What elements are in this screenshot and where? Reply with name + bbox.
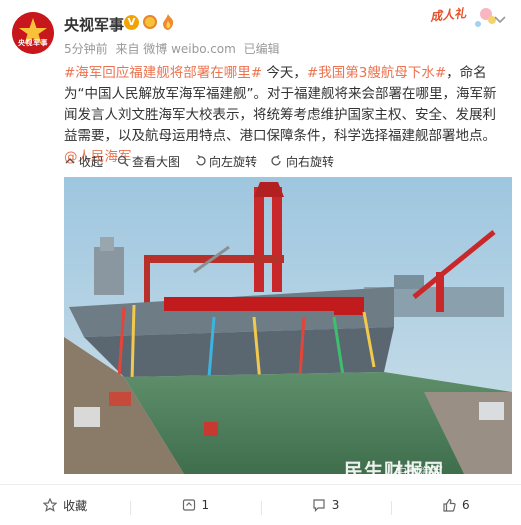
weibo-post-card: 成人礼 央视军事 央视军事 V 5分钟前 来自 微博 weibo.com 已编辑…: [0, 0, 521, 525]
post-footer: 收藏 1 3 6: [0, 484, 521, 525]
photo-watermark-large: 民生财报网: [344, 460, 445, 482]
star-icon: [43, 498, 58, 512]
verified-badge-icon: V: [124, 15, 139, 30]
topic-link-third-carrier[interactable]: #我国第3艘航母下水#: [307, 65, 446, 81]
rotate-right-icon: [271, 155, 281, 166]
collapse-icon: [65, 158, 75, 164]
repost-icon: [182, 499, 195, 511]
edited-label[interactable]: 已编辑: [244, 42, 280, 56]
favorite-label: 收藏: [63, 498, 88, 513]
comment-button[interactable]: 3: [260, 498, 391, 515]
image-actions: 收起 查看大图 向左旋转 向右旋转: [64, 152, 334, 170]
flame-badge-icon: [161, 14, 175, 30]
comment-count: 3: [331, 498, 340, 512]
avatar-label: 央视军事: [18, 39, 48, 47]
like-button[interactable]: 6: [390, 498, 521, 515]
comment-icon: [313, 499, 325, 512]
rotate-right-label: 向右旋转: [286, 154, 335, 169]
post-meta: 5分钟前 来自 微博 weibo.com 已编辑: [64, 40, 284, 57]
author-name[interactable]: 央视军事: [64, 14, 124, 35]
like-count: 6: [462, 498, 470, 512]
repost-button[interactable]: 1: [130, 498, 260, 515]
thumbs-up-icon: [443, 498, 456, 512]
post-text-part1: 今天，: [262, 65, 307, 81]
collapse-button[interactable]: 收起: [64, 152, 103, 170]
medal-icon: [143, 15, 157, 29]
rotate-left-label: 向左旋转: [209, 154, 258, 169]
view-large-button[interactable]: 查看大图: [117, 152, 180, 170]
avatar[interactable]: 央视军事: [12, 12, 54, 54]
magnifier-icon: [117, 155, 129, 167]
collapse-label: 收起: [79, 154, 104, 169]
rotate-left-icon: [196, 155, 206, 166]
rotate-left-button[interactable]: 向左旋转: [194, 152, 257, 170]
repost-count: 1: [201, 498, 210, 512]
favorite-button[interactable]: 收藏: [0, 497, 130, 514]
carrier-launch-photo[interactable]: 中国海军: [64, 177, 512, 474]
post-source: 来自 微博 weibo.com: [115, 42, 236, 56]
post-time[interactable]: 5分钟前: [64, 42, 108, 56]
view-large-label: 查看大图: [132, 154, 181, 169]
topic-link-fujian[interactable]: #海军回应福建舰将部署在哪里#: [64, 65, 262, 81]
rotate-right-button[interactable]: 向右旋转: [271, 152, 334, 170]
chevron-down-icon[interactable]: [491, 12, 509, 26]
